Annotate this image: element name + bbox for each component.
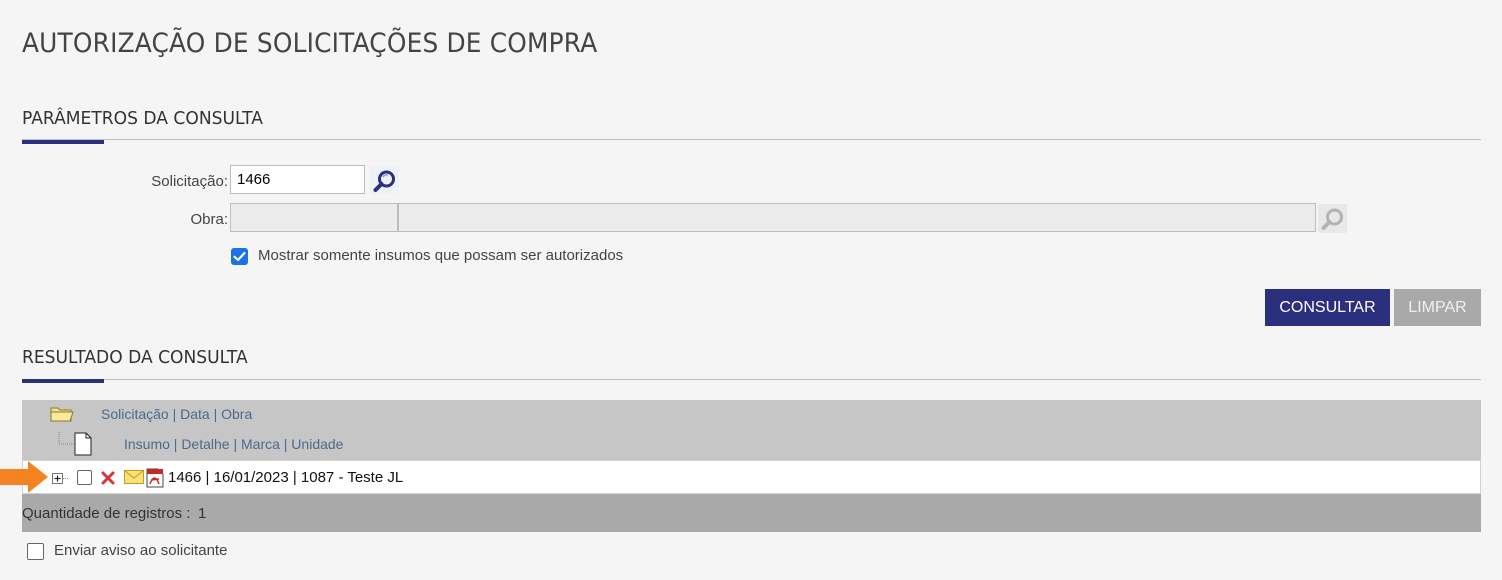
arrow-right-icon [0, 461, 48, 493]
search-icon [1321, 208, 1343, 230]
mail-icon[interactable] [124, 470, 144, 484]
record-count-value: 1 [198, 505, 207, 522]
results-grid-footer: Quantidade de registros : 1 [22, 494, 1481, 532]
obra-search-button[interactable] [1318, 204, 1347, 233]
solicitacao-input[interactable]: 1466 [230, 165, 365, 194]
limpar-button[interactable]: LIMPAR [1394, 289, 1481, 326]
only-authorizable-checkbox[interactable] [231, 248, 248, 265]
results-grid-header: Solicitação | Data | Obra Insumo | Detal… [22, 400, 1481, 460]
params-section-accent [22, 140, 104, 144]
page-title: AUTORIZAÇÃO DE SOLICITAÇÕES DE COMPRA [22, 28, 598, 59]
obra-name-input[interactable] [398, 203, 1316, 232]
params-section-title: PARÂMETROS DA CONSULTA [22, 108, 263, 129]
notify-requester-label: Enviar aviso ao solicitante [54, 542, 228, 559]
solicitacao-label: Solicitação: [151, 173, 228, 190]
document-icon [74, 432, 92, 456]
table-row[interactable]: 1466 | 16/01/2023 | 1087 - Teste JL [22, 460, 1481, 494]
checkmark-icon [233, 251, 246, 262]
results-section-accent [22, 379, 104, 383]
pdf-icon[interactable] [146, 468, 164, 488]
obra-label: Obra: [190, 211, 228, 228]
notify-requester-checkbox[interactable] [27, 543, 44, 560]
solicitacao-search-button[interactable] [370, 166, 399, 195]
results-section-title: RESULTADO DA CONSULTA [22, 347, 248, 368]
search-icon [373, 170, 395, 192]
header-level2-link[interactable]: Insumo | Detalhe | Marca | Unidade [124, 436, 343, 452]
plus-box-icon[interactable] [52, 473, 70, 485]
row-select-checkbox[interactable] [77, 470, 92, 485]
close-icon[interactable] [101, 471, 115, 485]
consultar-button[interactable]: CONSULTAR [1265, 289, 1390, 326]
only-authorizable-label: Mostrar somente insumos que possam ser a… [258, 247, 624, 264]
record-count-label: Quantidade de registros : [22, 505, 191, 522]
params-section-divider [22, 139, 1481, 140]
row-summary-text: 1466 | 16/01/2023 | 1087 - Teste JL [168, 469, 404, 486]
header-level1-link[interactable]: Solicitação | Data | Obra [101, 406, 252, 422]
results-section-divider [22, 379, 1481, 380]
folder-icon [50, 407, 74, 422]
obra-code-input[interactable] [230, 203, 398, 232]
